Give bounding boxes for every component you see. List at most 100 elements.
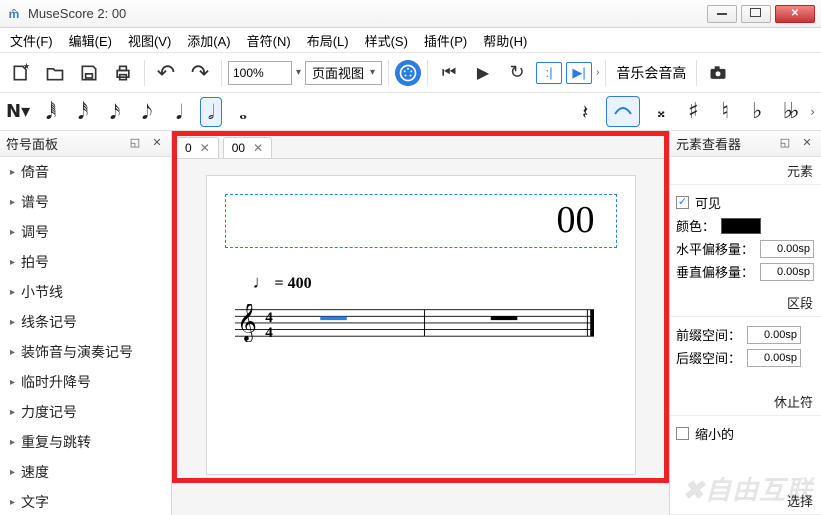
- palette-item-lines[interactable]: ▸线条记号: [0, 307, 171, 337]
- palettes-panel: 符号面板 ◱ ✕ ▸倚音 ▸谱号 ▸调号 ▸拍号 ▸小节线 ▸线条记号 ▸装饰音…: [0, 131, 172, 515]
- chevron-right-icon: ▸: [10, 347, 15, 358]
- playback-overflow-icon[interactable]: ›: [596, 67, 599, 78]
- panel-close-button[interactable]: ✕: [799, 136, 815, 152]
- menu-edit[interactable]: 编辑(E): [63, 29, 118, 52]
- print-button[interactable]: [108, 58, 138, 88]
- palette-item-accidentals[interactable]: ▸临时升降号: [0, 367, 171, 397]
- save-button[interactable]: [74, 58, 104, 88]
- palette-item-articulations[interactable]: ▸装饰音与演奏记号: [0, 337, 171, 367]
- play-button[interactable]: ▶: [468, 58, 498, 88]
- palette-item-grace-notes[interactable]: ▸倚音: [0, 157, 171, 187]
- double-sharp-button[interactable]: 𝄪: [650, 102, 672, 122]
- trailing-input[interactable]: [747, 349, 801, 367]
- note-input-mode-button[interactable]: N▾: [6, 101, 30, 122]
- palette-item-time-signatures[interactable]: ▸拍号: [0, 247, 171, 277]
- menu-notes[interactable]: 音符(N): [241, 29, 297, 52]
- view-mode-select[interactable]: 页面视图 ▾: [305, 61, 382, 85]
- color-label: 颜色：: [676, 216, 715, 235]
- panel-undock-button[interactable]: ◱: [777, 136, 793, 152]
- menu-file[interactable]: 文件(F): [4, 29, 59, 52]
- color-swatch[interactable]: [721, 218, 761, 234]
- palette-item-key-signatures[interactable]: ▸调号: [0, 217, 171, 247]
- duration-32nd-button[interactable]: 𝅘𝅥𝅰: [72, 100, 94, 124]
- duration-quarter-button[interactable]: 𝅘𝅥: [168, 100, 190, 124]
- leading-label: 前缀空间：: [676, 325, 741, 344]
- menu-style[interactable]: 样式(S): [359, 29, 414, 52]
- close-tab-icon[interactable]: ✕: [200, 141, 210, 155]
- staff[interactable]: 𝄞 4 4: [235, 304, 595, 344]
- leading-input[interactable]: [747, 326, 801, 344]
- chevron-right-icon: ▸: [10, 197, 15, 208]
- visible-checkbox[interactable]: ✓: [676, 196, 689, 209]
- panel-undock-button[interactable]: ◱: [127, 136, 143, 152]
- inspector-panel: 元素查看器 ◱ ✕ 元素 ✓ 可见 颜色： 水平偏移量：: [669, 131, 821, 515]
- rest-button[interactable]: 𝄽: [574, 100, 596, 124]
- duration-16th-button[interactable]: 𝅘𝅥𝅯: [104, 100, 126, 124]
- palette-item-text[interactable]: ▸文字: [0, 487, 171, 515]
- double-flat-button[interactable]: ♭♭: [778, 99, 800, 124]
- menu-add[interactable]: 添加(A): [181, 29, 236, 52]
- palette-item-clefs[interactable]: ▸谱号: [0, 187, 171, 217]
- section-select: 选择: [670, 487, 821, 515]
- window-minimize-button[interactable]: [707, 5, 737, 23]
- new-score-button[interactable]: ★: [6, 58, 36, 88]
- visible-label: 可见: [695, 193, 721, 212]
- tie-button[interactable]: [606, 96, 640, 127]
- chevron-right-icon: ▸: [10, 467, 15, 478]
- open-button[interactable]: [40, 58, 70, 88]
- duration-whole-button[interactable]: 𝅝: [232, 100, 254, 124]
- concert-pitch-button[interactable]: 音乐会音高: [612, 63, 690, 83]
- menu-view[interactable]: 视图(V): [122, 29, 177, 52]
- undo-button[interactable]: ↶: [151, 58, 181, 88]
- score-title[interactable]: 00: [557, 198, 595, 242]
- palette-item-tempo[interactable]: ▸速度: [0, 457, 171, 487]
- score-scroll[interactable]: 00 ♩ = 400: [172, 159, 669, 515]
- app-icon: m̂: [6, 6, 22, 22]
- section-rest: 休止符: [670, 388, 821, 416]
- natural-button[interactable]: ♮: [714, 99, 736, 124]
- duration-half-button[interactable]: 𝅗𝅥: [200, 97, 222, 127]
- zoom-dropdown-icon[interactable]: ▾: [296, 67, 301, 78]
- window-close-button[interactable]: ✕: [775, 5, 815, 23]
- voffset-input[interactable]: [760, 263, 814, 281]
- palettes-header: 符号面板 ◱ ✕: [0, 131, 171, 157]
- loop-out-button[interactable]: ▶|: [566, 62, 592, 84]
- panel-close-button[interactable]: ✕: [149, 136, 165, 152]
- window-maximize-button[interactable]: [741, 5, 771, 23]
- duration-64th-button[interactable]: 𝅘𝅥𝅱: [40, 100, 62, 124]
- chevron-right-icon: ▸: [10, 167, 15, 178]
- score-area: 0 ✕ 00 ✕ 00 ♩ = 400: [172, 131, 669, 515]
- menu-plugins[interactable]: 插件(P): [418, 29, 473, 52]
- titlebar: m̂ MuseScore 2: 00 ✕: [0, 0, 821, 28]
- palette-item-repeats[interactable]: ▸重复与跳转: [0, 427, 171, 457]
- accidental-overflow-icon[interactable]: ›: [810, 105, 815, 119]
- menu-help[interactable]: 帮助(H): [477, 29, 533, 52]
- palette-item-barlines[interactable]: ▸小节线: [0, 277, 171, 307]
- chevron-right-icon: ▸: [10, 437, 15, 448]
- image-capture-button[interactable]: [703, 58, 733, 88]
- zoom-input[interactable]: [228, 61, 292, 85]
- close-tab-icon[interactable]: ✕: [253, 141, 263, 155]
- menu-layout[interactable]: 布局(L): [301, 29, 355, 52]
- duration-8th-button[interactable]: 𝅘𝅥𝅮: [136, 100, 158, 124]
- hoffset-input[interactable]: [760, 240, 814, 258]
- small-checkbox[interactable]: [676, 427, 689, 440]
- chevron-right-icon: ▸: [10, 377, 15, 388]
- loop-in-button[interactable]: :|: [536, 62, 562, 84]
- redo-button[interactable]: ↷: [185, 58, 215, 88]
- midi-input-button[interactable]: [395, 60, 421, 86]
- section-segment: 区段: [670, 289, 821, 317]
- sharp-button[interactable]: ♯: [682, 99, 704, 124]
- doc-tab-00[interactable]: 00 ✕: [223, 137, 272, 158]
- svg-text:4: 4: [265, 324, 273, 341]
- window-title: MuseScore 2: 00: [28, 6, 707, 21]
- doc-tab-0[interactable]: 0 ✕: [176, 137, 219, 158]
- tab-label: 00: [232, 141, 245, 155]
- rewind-button[interactable]: ⏮: [434, 58, 464, 88]
- quarter-note-icon: ♩: [253, 272, 271, 292]
- score-page[interactable]: 00 ♩ = 400: [206, 175, 636, 475]
- tempo-text[interactable]: ♩ = 400: [253, 272, 312, 293]
- palette-item-dynamics[interactable]: ▸力度记号: [0, 397, 171, 427]
- flat-button[interactable]: ♭: [746, 99, 768, 124]
- loop-button[interactable]: ↻: [502, 58, 532, 88]
